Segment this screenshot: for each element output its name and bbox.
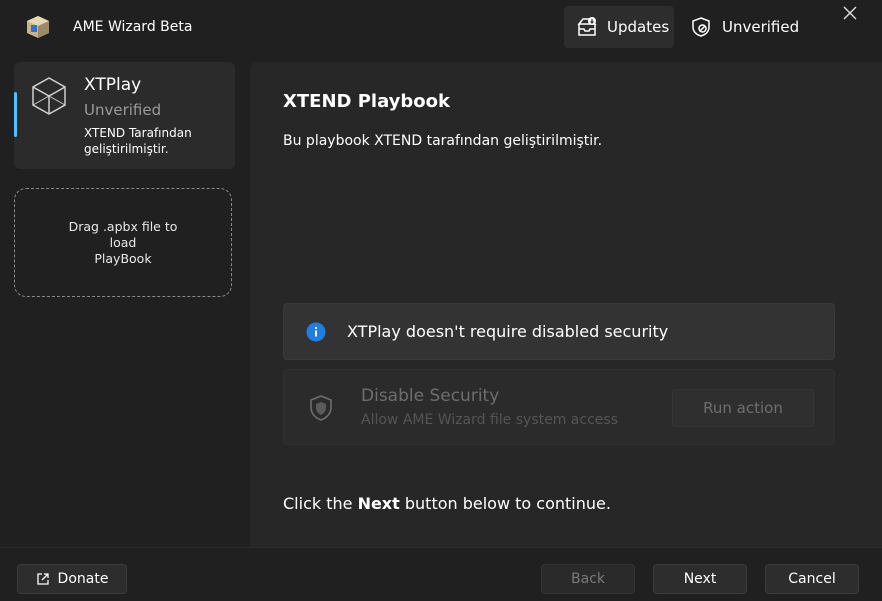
info-text: XTPlay doesn't require disabled security [347,322,669,341]
updates-button[interactable]: Updates [564,6,674,48]
donate-button[interactable]: Donate [17,564,127,594]
cancel-button[interactable]: Cancel [765,564,859,594]
playbook-description: XTEND Tarafından geliştirilmiştir. [84,126,192,156]
main-panel: XTEND Playbook Bu playbook XTEND tarafın… [250,62,882,547]
donate-label: Donate [57,571,109,587]
shield-icon [308,394,334,422]
unverified-button[interactable]: Unverified [690,12,799,42]
continue-bold: Next [357,494,400,513]
continue-suffix: button below to continue. [399,494,611,513]
run-action-button[interactable]: Run action [672,389,814,427]
playbook-status: Unverified [84,101,162,119]
app-title: AME Wizard Beta [73,19,193,35]
action-title: Disable Security [361,386,500,406]
wireframe-cube-icon [30,76,68,116]
title-bar: AME Wizard Beta Updates Unverified [0,0,882,56]
info-icon [306,322,326,342]
unverified-label: Unverified [722,18,800,36]
updates-box-icon [576,16,598,38]
next-button[interactable]: Next [653,564,747,594]
action-subtitle: Allow AME Wizard file system access [361,412,618,428]
ame-cube-icon [26,15,50,39]
drop-zone-text: Drag .apbx file to load PlayBook [68,218,178,266]
selection-indicator [14,92,17,137]
playbook-card[interactable]: XTPlay Unverified XTEND Tarafından geliş… [14,62,235,169]
close-button[interactable] [838,2,862,26]
playbook-drop-zone[interactable]: Drag .apbx file to load PlayBook [14,188,232,297]
shield-unverified-icon [690,16,712,38]
continue-prefix: Click the [283,494,358,513]
info-bar: XTPlay doesn't require disabled security [283,303,835,360]
page-title: XTEND Playbook [283,91,451,112]
updates-label: Updates [607,18,670,36]
playbook-name: XTPlay [84,75,142,95]
page-description: Bu playbook XTEND tarafından geliştirilm… [283,133,603,149]
close-icon [843,5,857,24]
ame-wizard-window: AME Wizard Beta Updates Unverified XTPla… [0,0,882,601]
external-link-icon [36,572,50,586]
footer-bar: Donate Back Next Cancel [0,547,882,601]
continue-instruction: Click the Next button below to continue. [283,494,611,513]
back-button[interactable]: Back [541,564,635,594]
disable-security-card: Disable Security Allow AME Wizard file s… [283,369,835,445]
